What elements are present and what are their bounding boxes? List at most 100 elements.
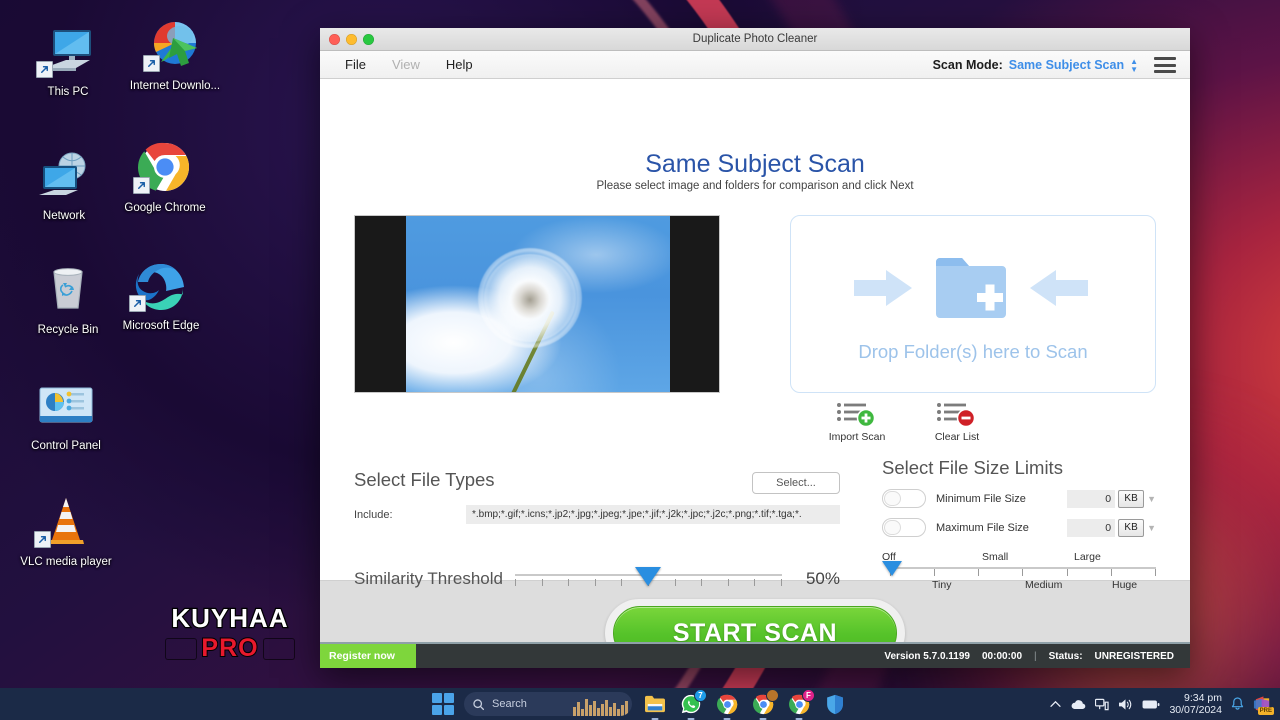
status-separator: | xyxy=(1034,650,1037,662)
clear-list-button[interactable]: Clear List xyxy=(918,401,996,443)
folder-drop-zone[interactable]: Drop Folder(s) here to Scan xyxy=(790,215,1156,393)
arrow-left-icon xyxy=(1030,270,1088,306)
similarity-threshold-section: Similarity Threshold 50% xyxy=(354,566,840,592)
this-pc-icon xyxy=(36,24,100,80)
minimum-file-size-label: Minimum File Size xyxy=(936,492,1026,505)
google-chrome-icon[interactable] xyxy=(714,691,740,720)
network-icon[interactable] xyxy=(1095,698,1110,711)
drop-zone-text: Drop Folder(s) here to Scan xyxy=(858,341,1088,362)
menubar[interactable]: File View Help Scan Mode: Same Subject S… xyxy=(320,51,1190,79)
clear-list-icon xyxy=(918,401,996,428)
import-scan-icon xyxy=(818,401,896,428)
chevron-up-icon[interactable] xyxy=(1050,700,1062,709)
maximum-file-size-unit[interactable]: KB xyxy=(1118,518,1145,537)
maximum-file-size-input[interactable]: 0 xyxy=(1067,518,1116,537)
desktop-icon-vlc-media-player[interactable]: VLC media player xyxy=(18,494,114,569)
desktop-icon-internet-download-manager[interactable]: Internet Downlo... xyxy=(127,18,223,93)
desktop-icon-this-pc[interactable]: This PC xyxy=(20,24,116,99)
desktop-icon-network[interactable]: Network xyxy=(16,148,112,223)
desktop-icon-label: Recycle Bin xyxy=(37,324,99,336)
whatsapp-icon[interactable]: 7 xyxy=(678,689,707,720)
include-row: Include: *.bmp;*.gif;*.icns;*.jp2;*.jpg;… xyxy=(354,505,840,524)
avatar xyxy=(766,689,779,702)
whatsapp-badge: 7 xyxy=(694,689,707,702)
search-input[interactable]: Search xyxy=(464,692,632,716)
clock[interactable]: 9:34 pm 30/07/2024 xyxy=(1169,692,1222,716)
desktop-icon-microsoft-edge[interactable]: Microsoft Edge xyxy=(113,258,209,333)
desktop-icon-label: This PC xyxy=(47,86,89,98)
timer-text: 00:00:00 xyxy=(982,650,1023,662)
slider-thumb[interactable] xyxy=(882,561,902,576)
shortcut-arrow-icon xyxy=(36,61,53,78)
bell-icon[interactable] xyxy=(1231,697,1244,711)
system-tray[interactable]: 9:34 pm 30/07/2024 PRE xyxy=(1050,692,1274,716)
scan-mode-label: Scan Mode: xyxy=(932,58,1003,72)
similarity-threshold-value: 50% xyxy=(805,569,840,588)
folder-icon xyxy=(936,258,1006,318)
slider-thumb[interactable] xyxy=(635,567,662,586)
file-size-scale-slider[interactable]: Off Small Large Tiny Medium Huge xyxy=(882,551,1156,595)
search-icon xyxy=(473,698,485,710)
similarity-threshold-slider[interactable] xyxy=(514,566,782,592)
register-now-button[interactable]: Register now xyxy=(320,644,416,668)
window-titlebar[interactable]: Duplicate Photo Cleaner xyxy=(320,28,1190,51)
menu-help[interactable]: Help xyxy=(433,55,486,74)
indonesia-flag-icon xyxy=(166,639,196,659)
scan-actions[interactable]: Import Scan Clear List xyxy=(790,401,1156,443)
windows-security-icon[interactable] xyxy=(822,691,848,717)
watermark-bottom-text: PRO xyxy=(200,633,259,663)
internet-download-manager-icon xyxy=(143,18,207,74)
desktop-icon-label: Network xyxy=(42,210,86,222)
file-types-section: Select File Types Select... Include: *.b… xyxy=(354,469,840,524)
shortcut-arrow-icon xyxy=(143,55,160,72)
onedrive-icon[interactable] xyxy=(1070,699,1086,710)
menu-icon[interactable] xyxy=(1154,57,1176,73)
desktop-icon-label: Internet Downlo... xyxy=(129,80,221,92)
office-badge: PRE xyxy=(1257,706,1274,715)
desktop-icon-control-panel[interactable]: Control Panel xyxy=(18,378,114,453)
file-explorer-icon[interactable] xyxy=(642,691,668,720)
chevron-down-icon[interactable]: ▼ xyxy=(1147,523,1156,533)
volume-icon[interactable] xyxy=(1118,698,1133,711)
taskbar-center[interactable]: Search 7 F xyxy=(432,689,848,720)
desktop-icon-google-chrome[interactable]: Google Chrome xyxy=(117,140,213,215)
maximum-file-size-toggle[interactable] xyxy=(882,518,926,537)
desktop-icon-recycle-bin[interactable]: Recycle Bin xyxy=(20,262,116,337)
import-scan-button[interactable]: Import Scan xyxy=(818,401,896,443)
scale-label-medium: Medium xyxy=(1025,579,1063,591)
microsoft-edge-icon xyxy=(129,258,193,314)
chevron-down-icon[interactable]: ▼ xyxy=(1147,494,1156,504)
watermark-top-text: KUYHAA xyxy=(170,603,289,634)
shortcut-arrow-icon xyxy=(129,295,146,312)
menu-file[interactable]: File xyxy=(332,55,379,74)
similarity-threshold-label: Similarity Threshold xyxy=(354,569,503,588)
arrow-right-icon xyxy=(854,270,912,306)
include-value[interactable]: *.bmp;*.gif;*.icns;*.jp2;*.jpg;*.jpeg;*.… xyxy=(466,505,840,524)
minimum-file-size-input[interactable]: 0 xyxy=(1067,489,1116,508)
minimum-file-size-unit[interactable]: KB xyxy=(1118,489,1145,508)
chevron-updown-icon[interactable]: ▲ ▼ xyxy=(1130,57,1138,73)
battery-icon[interactable] xyxy=(1142,699,1160,710)
google-chrome-facebook-icon[interactable]: F xyxy=(786,689,815,720)
office-icon[interactable]: PRE xyxy=(1253,695,1274,715)
shortcut-arrow-icon xyxy=(133,177,150,194)
scale-label-tiny: Tiny xyxy=(932,579,952,591)
clock-time: 9:34 pm xyxy=(1184,692,1222,704)
recycle-bin-icon xyxy=(36,262,100,318)
scan-mode-value[interactable]: Same Subject Scan xyxy=(1009,58,1124,72)
scale-label-large: Large xyxy=(1074,551,1101,563)
selected-image-preview[interactable] xyxy=(354,215,720,393)
status-value: UNREGISTERED xyxy=(1094,650,1174,662)
taskbar[interactable]: Search 7 F 9:34 pm 30/07/2024 PRE xyxy=(0,688,1280,720)
duplicate-photo-cleaner-window[interactable]: Duplicate Photo Cleaner File View Help S… xyxy=(320,28,1190,668)
page-subtitle: Please select image and folders for comp… xyxy=(596,180,914,192)
minimum-file-size-toggle[interactable] xyxy=(882,489,926,508)
window-title: Duplicate Photo Cleaner xyxy=(692,33,818,45)
start-button[interactable] xyxy=(432,693,454,715)
slider-ticks xyxy=(890,569,1156,576)
select-file-types-button[interactable]: Select... xyxy=(752,472,840,494)
scale-label-huge: Huge xyxy=(1112,579,1138,591)
scan-mode-selector[interactable]: Scan Mode: Same Subject Scan ▲ ▼ xyxy=(933,51,1138,79)
google-chrome-profile-icon[interactable] xyxy=(750,689,779,720)
search-illustration-icon xyxy=(573,699,628,716)
